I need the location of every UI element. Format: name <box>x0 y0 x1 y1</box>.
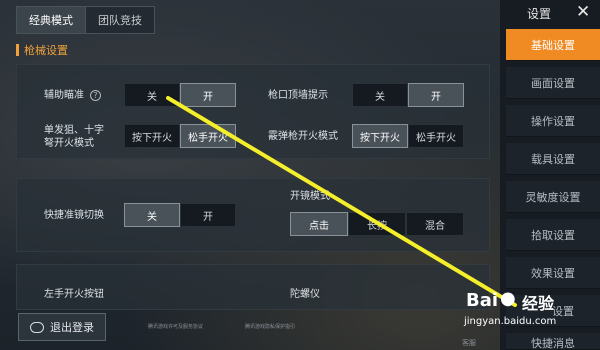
watermark-brand: Bai <box>466 290 499 311</box>
baidu-watermark: Bai ● 经验 jingyan.baidu.com <box>460 286 570 346</box>
watermark-brand2: 经验 <box>522 294 555 313</box>
annotation-arrow-stroke <box>166 96 517 307</box>
paw-icon: ● <box>500 288 516 309</box>
watermark-url: jingyan.baidu.com <box>464 316 557 327</box>
